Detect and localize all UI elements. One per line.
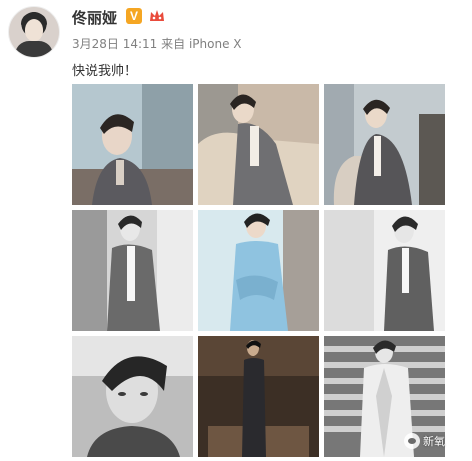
post-text: 快说我帅！	[72, 64, 138, 79]
wechat-logo-icon	[404, 433, 420, 449]
author-name[interactable]: 佟丽娅	[72, 7, 117, 28]
photo-1[interactable]	[72, 84, 193, 205]
verified-icon: V	[126, 8, 142, 24]
photo-6[interactable]	[324, 210, 445, 331]
post-date[interactable]: 3月28日 14:11	[72, 37, 157, 51]
photo-8[interactable]	[198, 336, 319, 457]
watermark-text: 新氧	[423, 435, 445, 448]
author-avatar[interactable]	[8, 6, 60, 58]
post-meta: 3月28日 14:11 来自 iPhone X	[72, 35, 242, 52]
photo-grid	[72, 84, 445, 458]
post-source: 来自 iPhone X	[161, 37, 242, 51]
photo-7[interactable]	[72, 336, 193, 457]
vip-crown-icon	[150, 10, 164, 21]
photo-5[interactable]	[198, 210, 319, 331]
avatar-face	[25, 19, 43, 41]
photo-3[interactable]	[324, 84, 445, 205]
photo-4[interactable]	[72, 210, 193, 331]
avatar-body	[15, 41, 53, 57]
watermark: 新氧	[404, 433, 445, 449]
photo-2[interactable]	[198, 84, 319, 205]
